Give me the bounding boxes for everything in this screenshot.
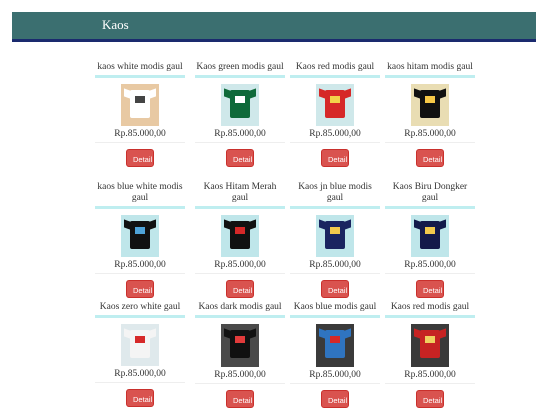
tshirt-body [130,90,150,118]
product-card: Kaos jn blue modis gaul Rp.85.000,00 Detai… [290,182,380,298]
tshirt-print [425,96,435,103]
product-image[interactable] [121,215,159,257]
product-image[interactable] [221,84,259,126]
detail-button[interactable]: Detail [226,390,254,408]
product-image[interactable] [316,324,354,367]
tshirt-body [420,330,440,358]
product-price: Rp.85.000,00 [195,260,285,274]
tshirt-body [130,221,150,249]
tshirt-print [425,227,435,234]
detail-button[interactable]: Detail [321,390,349,408]
tshirt-print [330,336,340,343]
detail-button[interactable]: Detail [321,280,349,298]
product-card: Kaos red modis gaul Rp.85.000,00 Detail [290,62,380,167]
product-image[interactable] [316,215,354,257]
tshirt-print [135,96,145,103]
product-name: kaos white modis gaul [95,62,185,78]
product-price: Rp.85.000,00 [385,260,475,274]
tshirt-body [420,221,440,249]
product-name: Kaos Biru Dongker gaul [385,182,475,209]
detail-button[interactable]: Detail [416,390,444,408]
page-title: Kaos [102,17,129,32]
tshirt-print [235,336,245,343]
tshirt-print [425,336,435,343]
product-card: kaos hitam modis gaul Rp.85.000,00 Detail [385,62,475,167]
detail-button[interactable]: Detail [226,149,254,167]
product-name: kaos hitam modis gaul [385,62,475,78]
tshirt-body [230,221,250,249]
product-image[interactable] [121,324,159,366]
tshirt-body [325,330,345,358]
top-navbar: Kaos [12,12,536,42]
product-price: Rp.85.000,00 [290,370,380,384]
product-image[interactable] [121,84,159,126]
product-name: Kaos green modis gaul [195,62,285,78]
tshirt-body [230,90,250,118]
product-name: Kaos dark modis gaul [195,302,285,318]
product-card: kaos white modis gaul Rp.85.000,00 Detail [95,62,185,167]
product-name: Kaos zero white gaul [95,302,185,318]
product-name: Kaos red modis gaul [290,62,380,78]
product-price: Rp.85.000,00 [195,129,285,143]
detail-button[interactable]: Detail [126,389,154,407]
detail-button[interactable]: Detail [226,280,254,298]
tshirt-body [325,221,345,249]
product-image[interactable] [411,215,449,257]
product-card: Kaos red modis gaul Rp.85.000,00 Detail [385,302,475,408]
product-image[interactable] [316,84,354,126]
product-card: kaos blue white modis gaul Rp.85.000,00 De… [95,182,185,298]
detail-button[interactable]: Detail [416,280,444,298]
product-image[interactable] [221,215,259,257]
product-card: Kaos green modis gaul Rp.85.000,00 Detail [195,62,285,167]
product-price: Rp.85.000,00 [195,370,285,384]
product-card: Kaos blue modis gaul Rp.85.000,00 Detail [290,302,380,408]
tshirt-body [420,90,440,118]
product-name: Kaos red modis gaul [385,302,475,318]
product-card: Kaos Biru Dongker gaul Rp.85.000,00 Detail [385,182,475,298]
product-price: Rp.85.000,00 [95,129,185,143]
detail-button[interactable]: Detail [126,280,154,298]
product-price: Rp.85.000,00 [290,260,380,274]
product-image[interactable] [411,84,449,126]
tshirt-body [230,330,250,358]
product-price: Rp.85.000,00 [95,369,185,383]
tshirt-print [235,227,245,234]
product-name: Kaos blue modis gaul [290,302,380,318]
tshirt-print [235,96,245,103]
product-image[interactable] [411,324,449,367]
product-card: Kaos Hitam Merah gaul Rp.85.000,00 Detail [195,182,285,298]
detail-button[interactable]: Detail [126,149,154,167]
product-price: Rp.85.000,00 [385,370,475,384]
tshirt-print [330,227,340,234]
product-price: Rp.85.000,00 [385,129,475,143]
tshirt-print [135,227,145,234]
tshirt-body [130,330,150,358]
product-name: Kaos jn blue modis gaul [290,182,380,209]
product-price: Rp.85.000,00 [290,129,380,143]
tshirt-body [325,90,345,118]
tshirt-print [135,336,145,343]
product-name: Kaos Hitam Merah gaul [195,182,285,209]
tshirt-print [330,96,340,103]
product-image[interactable] [221,324,259,367]
detail-button[interactable]: Detail [321,149,349,167]
product-card: Kaos dark modis gaul Rp.85.000,00 Detail [195,302,285,408]
product-name: kaos blue white modis gaul [95,182,185,209]
product-price: Rp.85.000,00 [95,260,185,274]
detail-button[interactable]: Detail [416,149,444,167]
product-card: Kaos zero white gaul Rp.85.000,00 Detail [95,302,185,407]
